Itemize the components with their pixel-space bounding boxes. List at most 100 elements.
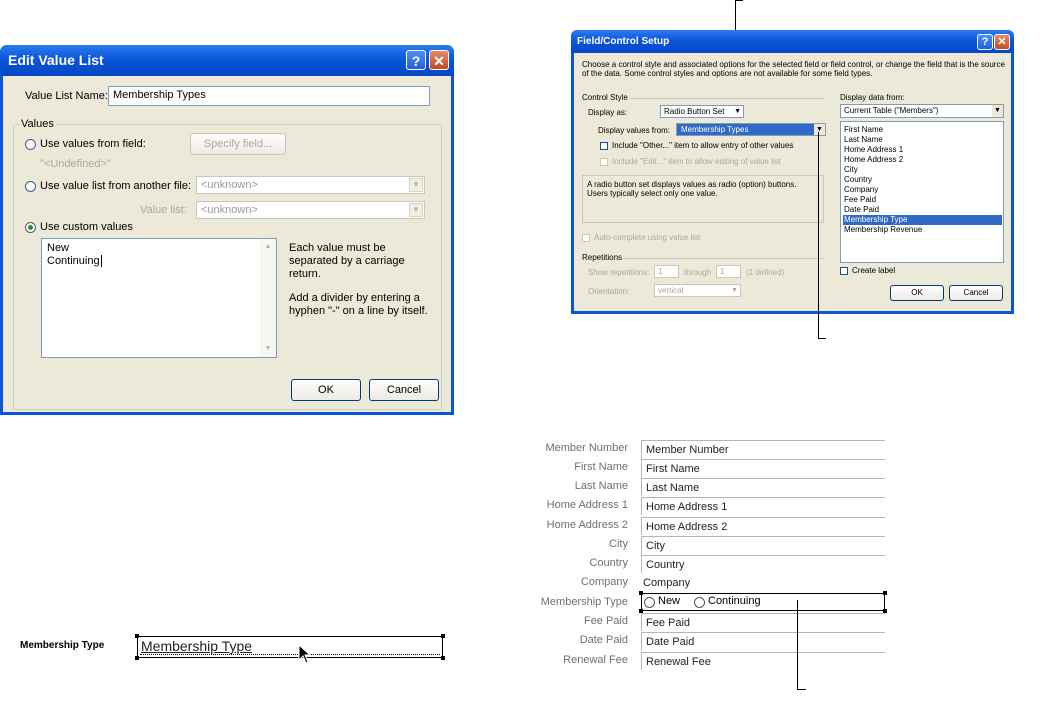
form-field[interactable]: Fee Paid [641,613,885,631]
radio-option-label: Continuing [708,595,761,607]
radio-option-label: New [658,595,681,607]
custom-values-textarea[interactable]: New Continuing ▲ ▼ [41,238,277,358]
dialog-title: Edit Value List [8,52,104,68]
use-custom-values-label: Use custom values [40,221,133,233]
include-other-checkbox[interactable] [600,142,608,150]
show-repetitions-from-input[interactable]: 1 [654,265,679,278]
callout-line [818,338,826,339]
field-list-item[interactable]: Home Address 1 [843,145,1002,155]
form-field[interactable]: City [641,536,885,554]
create-label-label: Create label [852,266,896,275]
file-combo[interactable]: <unknown> ▼ [196,176,425,194]
form-field[interactable]: Date Paid [641,632,885,650]
value-list-label: Value list: [140,204,187,216]
table-select-value: Current Table ("Members") [844,106,939,115]
ok-button[interactable]: OK [890,285,944,301]
table-select[interactable]: Current Table ("Members") ▼ [840,104,1004,118]
help-icon[interactable]: ? [406,50,426,70]
callout-line [818,132,819,339]
form-label: Renewal Fee [563,654,628,666]
chevron-down-icon[interactable]: ▼ [734,106,741,117]
scroll-down-icon[interactable]: ▼ [261,342,275,356]
value-list-name-label: Value List Name: [25,90,108,102]
form-field[interactable]: Home Address 2 [641,517,885,535]
selection-handle[interactable] [441,634,445,638]
include-edit-checkbox[interactable] [600,158,608,166]
chevron-down-icon[interactable]: ▼ [731,285,738,296]
auto-complete-checkbox[interactable] [582,234,590,242]
form-field[interactable]: Member Number [641,440,885,458]
display-as-value: Radio Button Set [664,107,725,116]
dialog-titlebar[interactable]: Field/Control Setup ? ✕ [571,30,1014,53]
field-list-item[interactable]: City [843,165,1002,175]
display-as-select[interactable]: Radio Button Set ▼ [660,105,744,118]
show-repetitions-to-input[interactable]: 1 [716,265,741,278]
close-icon[interactable]: ✕ [994,34,1010,50]
include-other-label: Include "Other..." item to allow entry o… [612,141,794,150]
create-label-checkbox[interactable] [840,267,848,275]
field-list-item[interactable]: Membership Type [843,215,1002,225]
form-label: Member Number [545,442,628,454]
layout-field-box[interactable]: Membership Type [137,636,443,658]
dialog-body: Choose a control style and associated op… [574,53,1011,311]
specify-field-button[interactable]: Specify field... [190,133,286,155]
cancel-button[interactable]: Cancel [369,379,439,401]
field-list-item[interactable]: Company [843,185,1002,195]
field-list-item[interactable]: Membership Revenue [843,225,1002,235]
cancel-button[interactable]: Cancel [949,285,1003,301]
display-values-from-select[interactable]: Membership Types ▼ [676,123,826,136]
display-as-label: Display as: [588,108,628,117]
selection-handle[interactable] [441,656,445,660]
form-label: City [609,538,628,550]
field-list-item[interactable]: First Name [843,125,1002,135]
field-list-item[interactable]: Fee Paid [843,195,1002,205]
form-field[interactable]: First Name [641,459,885,477]
chevron-down-icon[interactable]: ▼ [409,178,423,192]
ok-button[interactable]: OK [291,379,361,401]
field-list-item[interactable]: Last Name [843,135,1002,145]
form-field[interactable]: Company [639,574,883,592]
mouse-cursor-icon [298,644,312,664]
form-label: Membership Type [540,596,628,608]
field-list-item[interactable]: Country [843,175,1002,185]
field-list-item[interactable]: Home Address 2 [843,155,1002,165]
dialog-titlebar[interactable]: Edit Value List ? ✕ [0,45,454,76]
control-description-box: A radio button set displays values as ra… [582,175,824,223]
layout-field-label: Membership Type [20,640,105,651]
value-list-combo[interactable]: <unknown> ▼ [196,201,425,219]
divider [630,98,824,99]
auto-complete-label: Auto-complete using value list [594,233,701,242]
form-label: Home Address 1 [546,499,628,511]
help-icon[interactable]: ? [977,34,993,50]
form-field[interactable]: Last Name [641,478,885,496]
form-field[interactable]: Country [641,555,885,573]
scrollbar[interactable]: ▲ ▼ [260,239,276,357]
layout-field-text: Membership Type [141,638,253,654]
include-edit-label: Include "Edit..." item to allow editing … [612,157,781,166]
dialog-title: Field/Control Setup [577,36,670,47]
chevron-down-icon[interactable]: ▼ [814,124,825,135]
chevron-down-icon[interactable]: ▼ [992,105,1003,117]
scroll-up-icon[interactable]: ▲ [261,240,275,254]
orientation-select[interactable]: vertical ▼ [654,284,741,297]
form-field[interactable]: Home Address 1 [641,497,885,515]
use-value-list-from-file-radio[interactable] [25,181,36,192]
form-field[interactable]: Renewal Fee [641,652,885,670]
form-label: Date Paid [579,634,628,646]
radio-option-continuing[interactable] [694,597,705,608]
use-custom-values-radio[interactable] [25,222,36,233]
field-control-setup-dialog: Field/Control Setup ? ✕ Choose a control… [571,30,1014,314]
radio-option-new[interactable] [644,597,655,608]
control-style-label: Control Style [582,93,628,102]
selection-handle[interactable] [135,634,139,638]
field-list[interactable]: First Name Last Name Home Address 1 Home Ad… [840,121,1004,263]
field-list-item[interactable]: Date Paid [843,205,1002,215]
membership-type-radio-set[interactable]: New Continuing [641,593,885,611]
use-values-from-field-radio[interactable] [25,139,36,150]
value-list-name-input[interactable]: Membership Types [108,86,430,106]
orientation-value: vertical [658,286,684,295]
close-icon[interactable]: ✕ [429,50,449,70]
callout-line [797,689,806,690]
chevron-down-icon[interactable]: ▼ [409,203,423,217]
selection-handle[interactable] [135,656,139,660]
